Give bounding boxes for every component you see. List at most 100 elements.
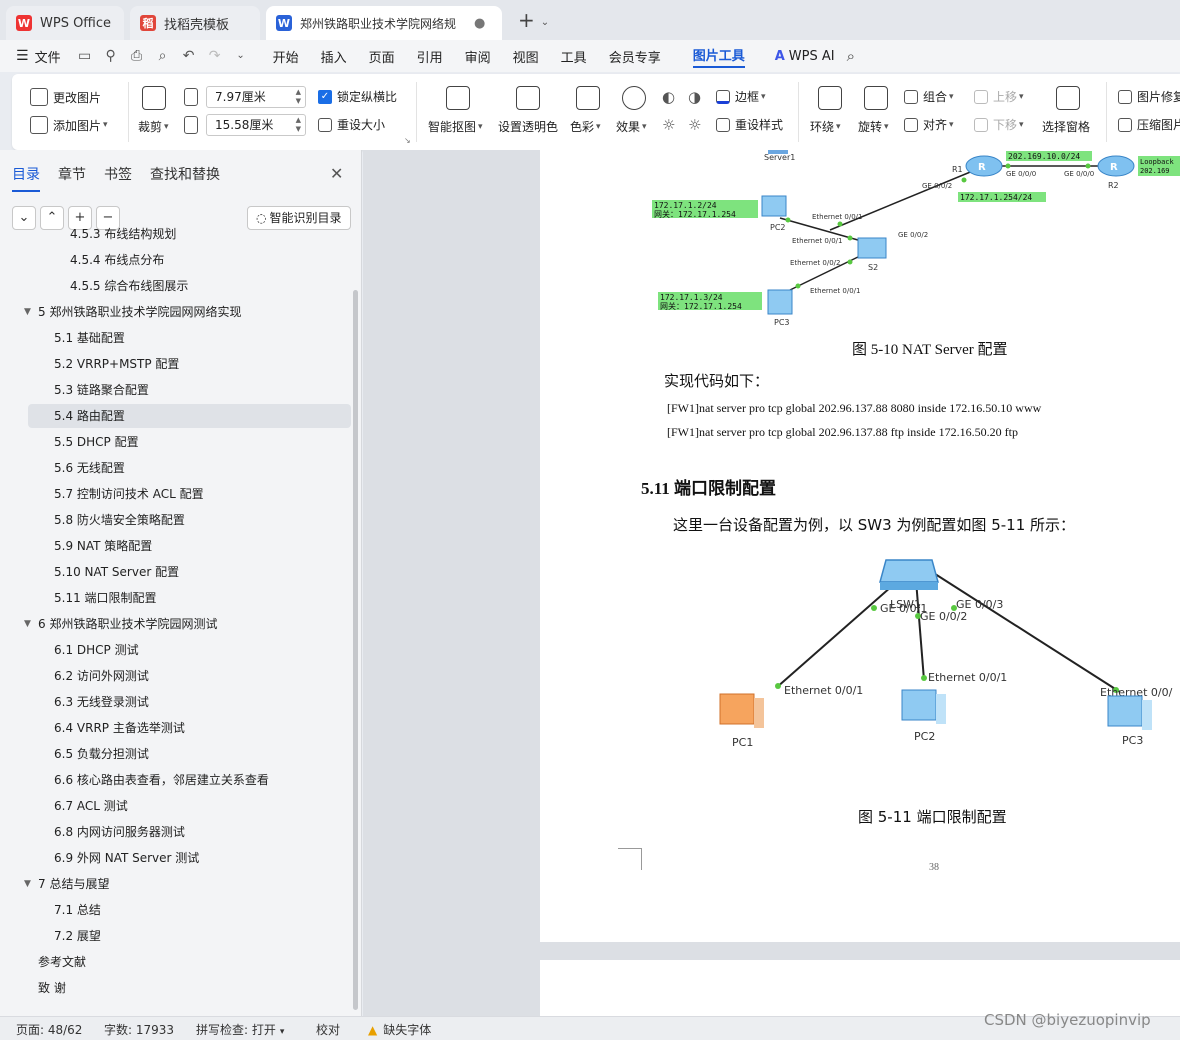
toc-item[interactable]: ▼ 6 郑州铁路职业技术学院园网测试	[24, 612, 351, 636]
tab-document[interactable]: W 郑州铁路职业技术学院网络规 ●	[266, 6, 502, 40]
reset-style-button[interactable]: 重设样式	[716, 116, 783, 133]
menu-picture-tools[interactable]: 图片工具	[692, 45, 745, 68]
menu-insert[interactable]: 插入	[321, 47, 347, 66]
toc-item[interactable]: 6.7 ACL 测试	[28, 794, 351, 818]
effect-button[interactable]: 效果 ▾	[616, 118, 647, 135]
close-icon[interactable]: ✕	[330, 164, 343, 183]
toc-item[interactable]: 4.5.5 综合布线图展示	[28, 274, 351, 298]
toc-item[interactable]: 5.7 控制访问技术 ACL 配置	[28, 482, 351, 506]
panel-scrollbar[interactable]	[353, 290, 358, 1010]
proofread-button[interactable]: 校对	[316, 1021, 340, 1038]
spell-check[interactable]: 拼写检查: 打开 ▾	[196, 1021, 284, 1038]
wps-ai-icon[interactable]: A	[775, 49, 785, 64]
smart-cutout-icon[interactable]	[446, 86, 470, 110]
brightness-down-icon[interactable]: ☼	[688, 116, 701, 134]
color-button[interactable]: 色彩 ▾	[570, 118, 601, 135]
toc-item[interactable]: 5.8 防火墙安全策略配置	[28, 508, 351, 532]
align-button[interactable]: 对齐 ▾	[904, 116, 954, 133]
move-down-button[interactable]: 下移 ▾	[974, 116, 1024, 133]
toc-item[interactable]: 5.1 基础配置	[28, 326, 351, 350]
figure-5-11[interactable]: LSW1 GE 0/0/1 GE 0/0/2 GE 0/0/3 Ethernet…	[540, 550, 1180, 760]
toc-item[interactable]: 5.5 DHCP 配置	[28, 430, 351, 454]
image-fix-button[interactable]: 图片修复	[1118, 88, 1180, 105]
color-icon[interactable]	[576, 86, 600, 110]
transparent-color-icon[interactable]	[516, 86, 540, 110]
height-input[interactable]: 15.58厘米 ▲ ▼	[206, 114, 306, 136]
expand-arrow-icon[interactable]: ▼	[24, 300, 31, 324]
reset-size-button[interactable]: 重设大小	[318, 116, 385, 133]
compress-button[interactable]: 压缩图片	[1118, 116, 1180, 133]
toc-item[interactable]: 6.1 DHCP 测试	[28, 638, 351, 662]
width-spinner-icon[interactable]: ▲ ▼	[296, 88, 301, 106]
toc-item[interactable]: 7.1 总结	[28, 898, 351, 922]
toc-item[interactable]: 参考文献	[28, 950, 351, 974]
link-icon[interactable]: ⚲	[103, 48, 119, 64]
toc-item[interactable]: 4.5.4 布线点分布	[28, 248, 351, 272]
toc-item[interactable]: 5.6 无线配置	[28, 456, 351, 480]
menu-review[interactable]: 审阅	[465, 47, 491, 66]
toc-item[interactable]: 5.2 VRRP+MSTP 配置	[28, 352, 351, 376]
brightness-icon[interactable]: ◐	[662, 88, 675, 106]
toc-item[interactable]: 6.9 外网 NAT Server 测试	[28, 846, 351, 870]
menu-wps-ai[interactable]: WPS AI	[789, 49, 835, 64]
menu-tools[interactable]: 工具	[561, 47, 587, 66]
ribbon-expand-icon[interactable]: ↘	[404, 136, 411, 145]
preview-icon[interactable]: ⌕	[155, 48, 171, 64]
height-spinner-icon[interactable]: ▲ ▼	[296, 116, 301, 134]
transparent-color-button[interactable]: 设置透明色	[498, 118, 558, 135]
tab-template[interactable]: 稻 找稻壳模板	[130, 6, 260, 40]
new-tab-icon[interactable]: +	[518, 8, 535, 32]
toc-item[interactable]: 6.3 无线登录测试	[28, 690, 351, 714]
toc-item[interactable]: ▼ 5 郑州铁路职业技术学院园网网络实现	[24, 300, 351, 324]
brightness-up-icon[interactable]: ☼	[662, 116, 675, 134]
toc-item[interactable]: 5.9 NAT 策略配置	[28, 534, 351, 558]
change-image-button[interactable]: 更改图片	[30, 88, 101, 106]
expand-arrow-icon[interactable]: ▼	[24, 872, 31, 896]
menu-view[interactable]: 视图	[513, 47, 539, 66]
crop-button[interactable]: 裁剪 ▾	[138, 118, 169, 135]
toc-item[interactable]: 6.5 负载分担测试	[28, 742, 351, 766]
print-icon[interactable]: ⎙	[129, 48, 145, 64]
word-count[interactable]: 字数: 17933	[104, 1021, 174, 1038]
redo-icon[interactable]: ↷	[207, 48, 223, 64]
menu-file[interactable]: 文件	[35, 47, 61, 66]
panel-tab-toc[interactable]: 目录	[12, 164, 40, 192]
toc-item[interactable]: 6.6 核心路由表查看，邻居建立关系查看	[28, 768, 351, 792]
width-input[interactable]: 7.97厘米 ▲ ▼	[206, 86, 306, 108]
menu-home[interactable]: 开始	[273, 47, 299, 66]
panel-tab-bookmark[interactable]: 书签	[104, 164, 132, 192]
tab-wps-office[interactable]: W WPS Office	[6, 6, 124, 40]
more-chevron-icon[interactable]: ⌄	[233, 48, 249, 64]
panel-tab-chapter[interactable]: 章节	[58, 164, 86, 192]
menu-reference[interactable]: 引用	[417, 47, 443, 66]
toc-item[interactable]: 5.11 端口限制配置	[28, 586, 351, 610]
contrast-icon[interactable]: ◑	[688, 88, 701, 106]
panel-tab-find-replace[interactable]: 查找和替换	[150, 164, 220, 192]
lock-ratio-checkbox[interactable]: ✓ 锁定纵横比	[318, 88, 397, 105]
effect-icon[interactable]	[622, 86, 646, 110]
add-image-button[interactable]: 添加图片 ▾	[30, 116, 108, 134]
toc-item[interactable]: 6.8 内网访问服务器测试	[28, 820, 351, 844]
toc-item[interactable]: 5.10 NAT Server 配置	[28, 560, 351, 584]
rotate-icon[interactable]	[864, 86, 888, 110]
wrap-icon[interactable]	[818, 86, 842, 110]
figure-5-10[interactable]: Server1 R R1 R R2 202.169.10.0/24 Loopba…	[540, 150, 1180, 335]
menu-page[interactable]: 页面	[369, 47, 395, 66]
undo-icon[interactable]: ↶	[181, 48, 197, 64]
select-pane-icon[interactable]	[1056, 86, 1080, 110]
move-up-button[interactable]: 上移 ▾	[974, 88, 1024, 105]
missing-font-button[interactable]: ▲ 缺失字体	[368, 1021, 431, 1038]
chevron-down-icon[interactable]: ⌄	[541, 17, 549, 28]
expand-arrow-icon[interactable]: ▼	[24, 612, 31, 636]
search-icon[interactable]: ⌕	[847, 47, 855, 65]
toc-item[interactable]: 5.4 路由配置	[28, 404, 351, 428]
toc-item[interactable]: ▼ 7 总结与展望	[24, 872, 351, 896]
select-pane-button[interactable]: 选择窗格	[1042, 118, 1090, 135]
toc-item[interactable]: 6.2 访问外网测试	[28, 664, 351, 688]
group-button[interactable]: 组合 ▾	[904, 88, 954, 105]
smart-cutout-button[interactable]: 智能抠图 ▾	[428, 118, 483, 135]
hamburger-icon[interactable]: ☰	[16, 48, 29, 64]
border-button[interactable]: 边框 ▾	[716, 88, 766, 105]
toc-item[interactable]: 4.5.3 布线结构规划	[28, 222, 351, 246]
toc-item[interactable]: 7.2 展望	[28, 924, 351, 948]
